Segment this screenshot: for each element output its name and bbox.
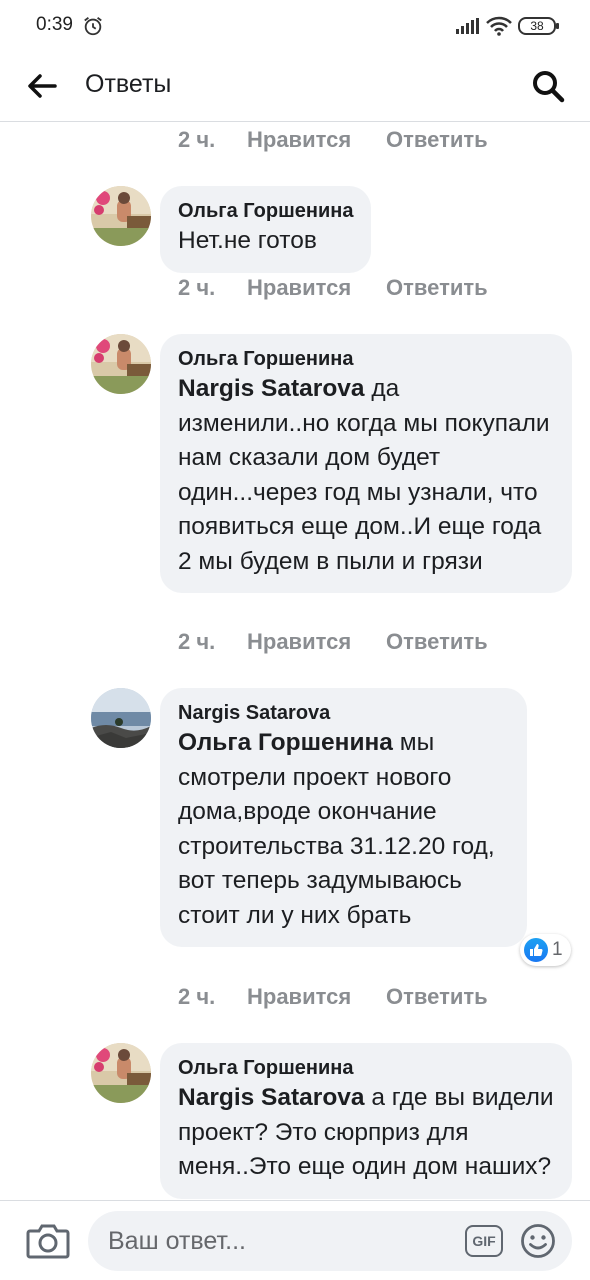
reaction-count: 1 <box>552 939 563 960</box>
app-bar: Ответы <box>0 54 590 122</box>
comment-time: 2 ч. <box>178 127 216 152</box>
comment-meta: 2 ч. Нравится Ответить <box>178 629 488 655</box>
comment-bubble[interactable]: Ольга Горшенина Нет.не готов <box>160 186 372 273</box>
comment-time: 2 ч. <box>178 984 216 1009</box>
comment-text: Нет.не готов <box>178 227 317 254</box>
comment-time: 2 ч. <box>178 629 216 654</box>
battery-indicator: 38 <box>518 17 559 35</box>
alarm-icon <box>84 17 102 36</box>
comment-author[interactable]: Ольга Горшенина <box>178 198 353 224</box>
comment-bubble[interactable]: Ольга Горшенина Nargis Satarova а где вы… <box>160 1043 572 1199</box>
reply-link[interactable]: Ответить <box>386 127 488 153</box>
reply-link[interactable]: Ответить <box>386 629 488 655</box>
comment-text: Nargis Satarova а где вы видели проект? … <box>178 1084 554 1180</box>
reply-link[interactable]: Ответить <box>386 984 488 1010</box>
like-link[interactable]: Нравится <box>247 275 386 301</box>
replies-thread[interactable]: 2 ч. Нравится Ответить Ольга Горшенина Н… <box>0 123 590 1200</box>
back-button[interactable] <box>22 66 62 106</box>
comment-meta: 2 ч. Нравится Ответить <box>178 984 488 1010</box>
comment-time: 2 ч. <box>178 275 216 300</box>
gif-icon[interactable]: GIF <box>465 1225 503 1257</box>
avatar[interactable] <box>91 334 151 394</box>
avatar[interactable] <box>91 1043 151 1103</box>
comment-meta: 2 ч. Нравится Ответить <box>178 127 488 153</box>
like-link[interactable]: Нравится <box>247 984 386 1010</box>
reaction-badge[interactable]: 1 <box>520 934 571 966</box>
wifi-icon <box>486 16 512 36</box>
avatar[interactable] <box>91 186 151 246</box>
mention-link[interactable]: Ольга Горшенина <box>178 729 393 756</box>
signal-icon <box>456 18 479 34</box>
page-title: Ответы <box>85 70 172 98</box>
back-arrow-icon <box>28 74 57 98</box>
status-time: 0:39 <box>36 14 73 35</box>
comment-bubble[interactable]: Nargis Satarova Ольга Горшенина мы смотр… <box>160 688 527 947</box>
status-bar: 0:39 38 <box>0 0 590 54</box>
avatar[interactable] <box>91 688 151 748</box>
mention-link[interactable]: Nargis Satarova <box>178 1084 365 1111</box>
comment-meta: 2 ч. Нравится Ответить <box>178 275 488 301</box>
search-button[interactable] <box>526 64 570 108</box>
comment-author[interactable]: Nargis Satarova <box>178 700 509 726</box>
like-link[interactable]: Нравится <box>247 127 386 153</box>
reply-composer: GIF <box>0 1200 590 1280</box>
reply-link[interactable]: Ответить <box>386 275 488 301</box>
comment-author[interactable]: Ольга Горшенина <box>178 346 554 372</box>
comment-text: Ольга Горшенина мы смотрели проект новог… <box>178 729 495 929</box>
camera-icon[interactable] <box>26 1221 70 1261</box>
mention-link[interactable]: Nargis Satarova <box>178 375 365 402</box>
comment-author[interactable]: Ольга Горшенина <box>178 1055 554 1081</box>
search-icon <box>533 71 565 103</box>
comment-text: Nargis Satarova да изменили..но когда мы… <box>178 375 550 575</box>
like-icon <box>524 938 548 962</box>
like-link[interactable]: Нравится <box>247 629 386 655</box>
comment-bubble[interactable]: Ольга Горшенина Nargis Satarova да измен… <box>160 334 572 593</box>
emoji-icon[interactable] <box>520 1223 556 1259</box>
